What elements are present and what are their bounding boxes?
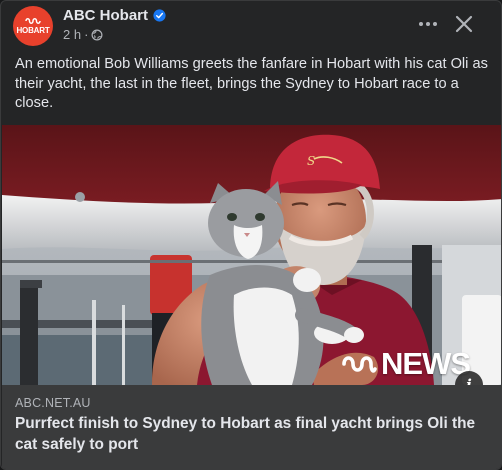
- page-avatar[interactable]: HOBART: [13, 6, 53, 46]
- post-meta: 2 h ·: [63, 27, 103, 42]
- more-options-dot: [433, 22, 437, 26]
- page-name-text: ABC Hobart: [63, 7, 148, 24]
- more-options-icon: [419, 22, 423, 26]
- close-icon: [455, 15, 473, 33]
- photo-scene: S: [2, 125, 501, 385]
- more-options-dot: [426, 22, 430, 26]
- verified-badge-icon: [153, 9, 166, 22]
- more-options-button[interactable]: [413, 11, 443, 37]
- svg-text:S: S: [307, 154, 315, 168]
- link-domain: ABC.NET.AU: [15, 396, 91, 410]
- close-button[interactable]: [449, 9, 479, 39]
- avatar-label: HOBART: [16, 26, 50, 35]
- link-preview[interactable]: ABC.NET.AU Purrfect finish to Sydney to …: [2, 385, 501, 469]
- post-header: HOBART ABC Hobart 2 h ·: [1, 1, 501, 51]
- link-headline: Purrfect finish to Sydney to Hobart as f…: [15, 415, 476, 453]
- post-timestamp[interactable]: 2 h: [63, 27, 81, 42]
- facebook-post-card: HOBART ABC Hobart 2 h · An emotional Bob…: [0, 0, 502, 470]
- post-image[interactable]: S: [2, 125, 501, 385]
- meta-separator: ·: [84, 27, 89, 42]
- page-name-link[interactable]: ABC Hobart: [63, 7, 166, 24]
- post-caption: An emotional Bob Williams greets the fan…: [15, 56, 488, 111]
- abc-logo-icon: [25, 18, 41, 24]
- globe-icon[interactable]: [91, 29, 103, 41]
